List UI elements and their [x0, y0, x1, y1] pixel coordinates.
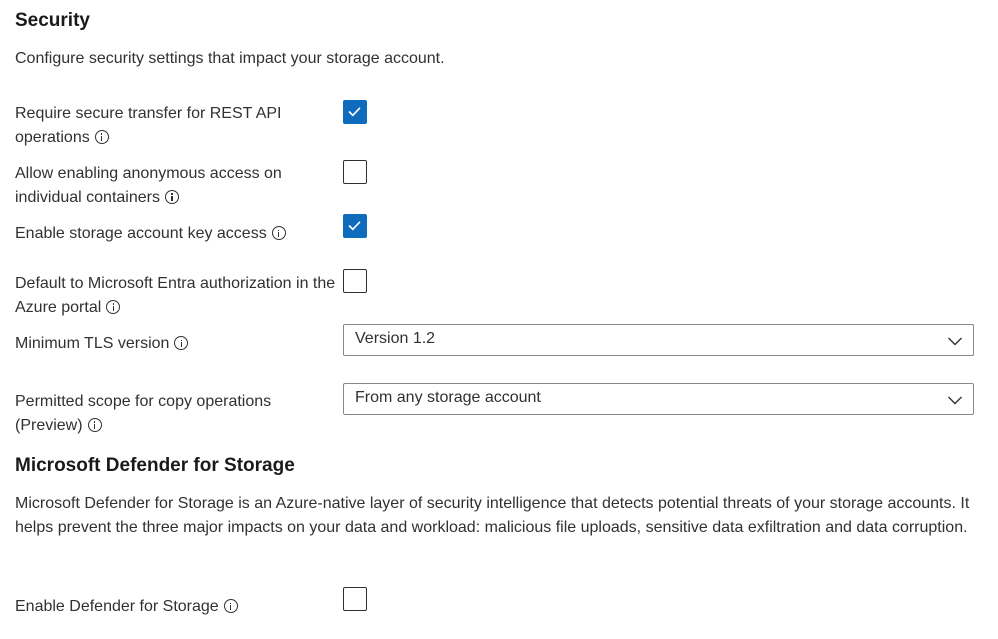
tls-version-label-text: Minimum TLS version — [15, 335, 170, 352]
copy-scope-value: From any storage account — [355, 389, 541, 406]
account-key-access-label-text: Enable storage account key access — [15, 225, 267, 242]
secure-transfer-label: Require secure transfer for REST API ope… — [15, 102, 340, 149]
enable-defender-label: Enable Defender for Storage — [15, 595, 340, 619]
enable-defender-checkbox[interactable] — [343, 587, 367, 611]
anonymous-access-label: Allow enabling anonymous access on indiv… — [15, 162, 340, 209]
defender-heading: Microsoft Defender for Storage — [15, 455, 295, 476]
info-icon[interactable] — [87, 417, 102, 432]
tls-version-label: Minimum TLS version — [15, 332, 340, 356]
copy-scope-label: Permitted scope for copy operations (Pre… — [15, 390, 340, 437]
anonymous-access-checkbox[interactable] — [343, 160, 367, 184]
tls-version-dropdown[interactable]: Version 1.2 — [343, 324, 974, 356]
info-icon[interactable] — [94, 129, 109, 144]
account-key-access-label: Enable storage account key access — [15, 222, 340, 246]
defender-description: Microsoft Defender for Storage is an Azu… — [15, 495, 970, 536]
security-heading: Security — [15, 10, 90, 31]
checkmark-icon — [348, 221, 361, 231]
info-icon[interactable] — [106, 299, 121, 314]
secure-transfer-checkbox[interactable] — [343, 100, 367, 124]
chevron-down-icon — [948, 337, 962, 346]
info-icon[interactable] — [271, 226, 286, 240]
tls-version-value: Version 1.2 — [355, 330, 436, 347]
info-icon[interactable] — [164, 189, 179, 204]
secure-transfer-label-text: Require secure transfer for REST API ope… — [15, 105, 282, 146]
info-icon[interactable] — [174, 336, 189, 350]
enable-defender-label-text: Enable Defender for Storage — [15, 598, 219, 615]
entra-authorization-label-text: Default to Microsoft Entra authorization… — [15, 275, 336, 316]
anonymous-access-label-text: Allow enabling anonymous access on indiv… — [15, 165, 282, 206]
entra-authorization-checkbox[interactable] — [343, 269, 367, 293]
entra-authorization-label: Default to Microsoft Entra authorization… — [15, 272, 345, 319]
info-icon[interactable] — [223, 599, 238, 613]
copy-scope-dropdown[interactable]: From any storage account — [343, 383, 974, 415]
checkmark-icon — [348, 107, 361, 117]
chevron-down-icon — [948, 396, 962, 405]
account-key-access-checkbox[interactable] — [343, 214, 367, 238]
security-description: Configure security settings that impact … — [15, 50, 445, 67]
copy-scope-label-text: Permitted scope for copy operations (Pre… — [15, 393, 272, 434]
